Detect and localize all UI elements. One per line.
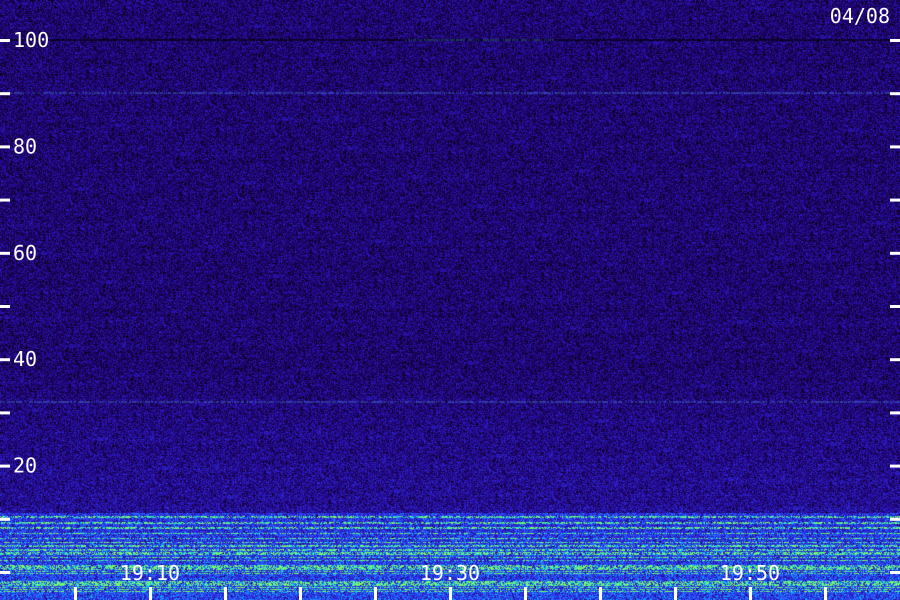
- x-tick-1175: [524, 587, 527, 600]
- y-tick-right-10: [890, 517, 900, 521]
- x-tick-1160: [299, 587, 302, 600]
- x-tick-1190: [749, 587, 752, 600]
- y-tick-left-10: [0, 517, 10, 521]
- y-tick-left-70: [0, 198, 10, 202]
- y-tick-left-20: [0, 464, 10, 468]
- y-tick-right-60: [890, 251, 900, 255]
- y-tick-left-90: [0, 92, 10, 96]
- x-tick-1155: [224, 587, 227, 600]
- y-tick-right-80: [890, 145, 900, 149]
- y-tick-left-80: [0, 145, 10, 149]
- x-tick-1170: [449, 587, 452, 600]
- date-label: 04/08: [829, 4, 890, 28]
- x-tick-1180: [599, 587, 602, 600]
- y-tick-right-40: [890, 358, 900, 362]
- y-tick-right-0: [890, 571, 900, 574]
- y-tick-right-30: [890, 411, 900, 415]
- axis-overlay: 20 40 60 80 100 19:10 19:30 19:50: [0, 28, 900, 600]
- y-tick-right-70: [890, 198, 900, 202]
- y-tick-label-60: 60: [13, 241, 37, 265]
- y-tick-left-100: [0, 39, 10, 42]
- y-tick-left-30: [0, 411, 10, 415]
- y-tick-right-50: [890, 305, 900, 308]
- x-tick-label-1930: 19:30: [420, 561, 480, 585]
- y-tick-left-0: [0, 571, 10, 574]
- y-tick-left-40: [0, 358, 10, 362]
- y-tick-label-20: 20: [13, 454, 37, 478]
- y-tick-right-90: [890, 92, 900, 96]
- y-tick-label-80: 80: [13, 134, 37, 158]
- x-tick-1185: [674, 587, 677, 600]
- x-tick-label-1950: 19:50: [720, 561, 780, 585]
- x-tick-1150: [149, 587, 152, 600]
- x-tick-1165: [374, 587, 377, 600]
- y-tick-label-40: 40: [13, 347, 37, 371]
- y-tick-right-20: [890, 464, 900, 468]
- x-tick-1145: [74, 587, 77, 600]
- y-tick-left-50: [0, 305, 10, 308]
- x-tick-label-1910: 19:10: [120, 561, 180, 585]
- y-tick-right-100: [890, 39, 900, 42]
- y-tick-label-100: 100: [13, 28, 49, 52]
- y-tick-left-60: [0, 251, 10, 255]
- x-tick-1195: [824, 587, 827, 600]
